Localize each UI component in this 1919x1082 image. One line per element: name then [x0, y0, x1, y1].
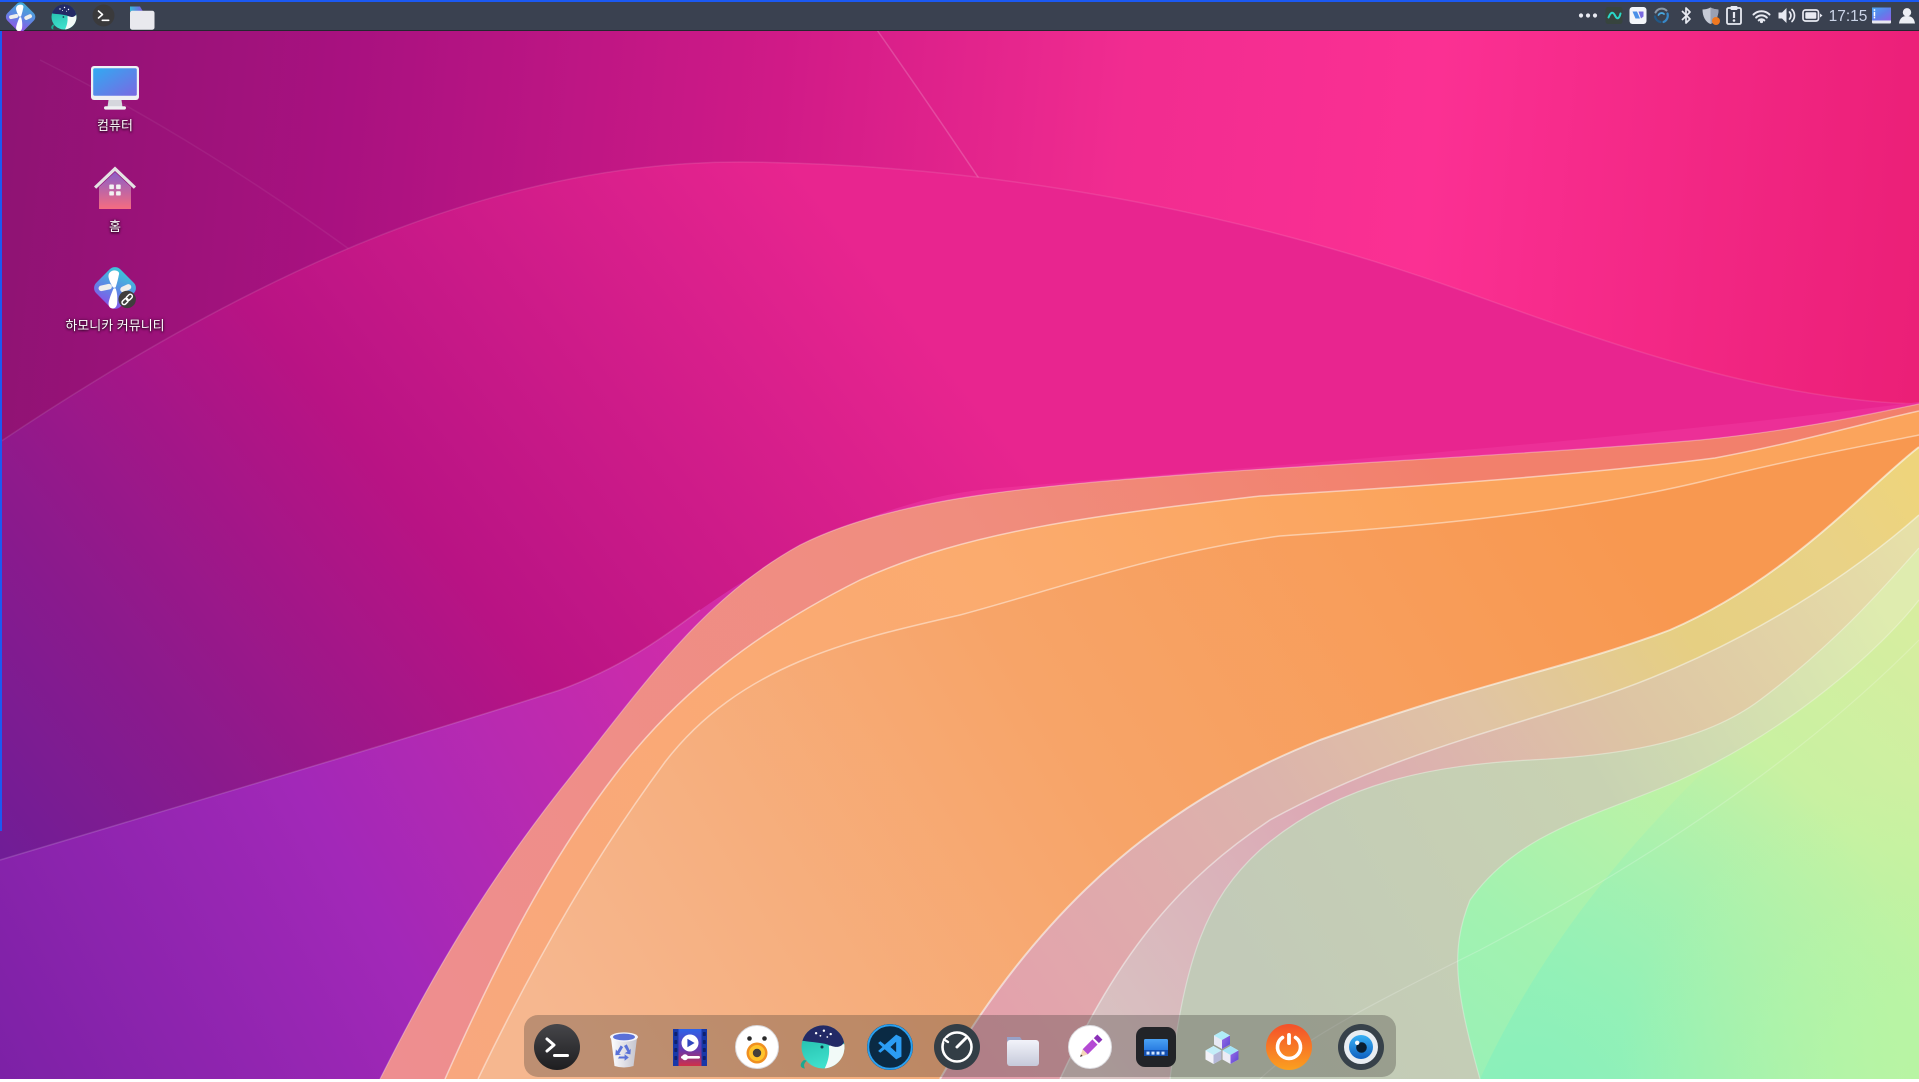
- svg-text:17:15: 17:15: [1829, 8, 1868, 25]
